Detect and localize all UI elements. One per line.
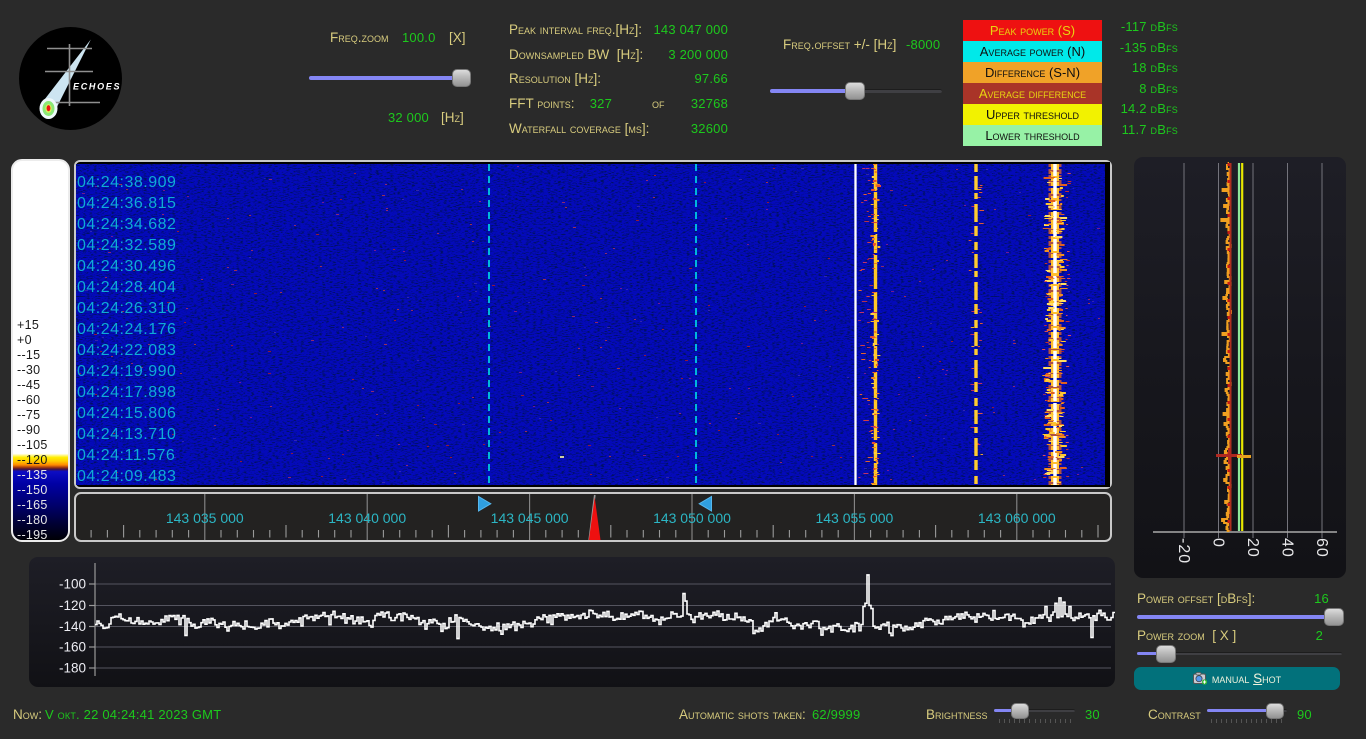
svg-text:60: 60 <box>1313 538 1330 558</box>
svg-text:-180: -180 <box>59 661 86 676</box>
svg-text:0: 0 <box>1210 538 1227 548</box>
svg-text:40: 40 <box>1279 538 1296 558</box>
svg-text:143 060 000: 143 060 000 <box>978 510 1056 526</box>
svg-text:-140: -140 <box>59 619 86 634</box>
svg-text:143 040 000: 143 040 000 <box>328 510 406 526</box>
svg-text:143 050 000: 143 050 000 <box>653 510 731 526</box>
svg-text:-120: -120 <box>59 598 86 613</box>
svg-text:ECHOES: ECHOES <box>73 82 121 92</box>
svg-text:143 035 000: 143 035 000 <box>166 510 244 526</box>
svg-text:20: 20 <box>1244 538 1261 558</box>
svg-text:143 055 000: 143 055 000 <box>815 510 893 526</box>
svg-text:-20: -20 <box>1175 538 1192 564</box>
svg-text:-100: -100 <box>59 577 86 592</box>
svg-text:143 045 000: 143 045 000 <box>491 510 569 526</box>
svg-text:-160: -160 <box>59 640 86 655</box>
